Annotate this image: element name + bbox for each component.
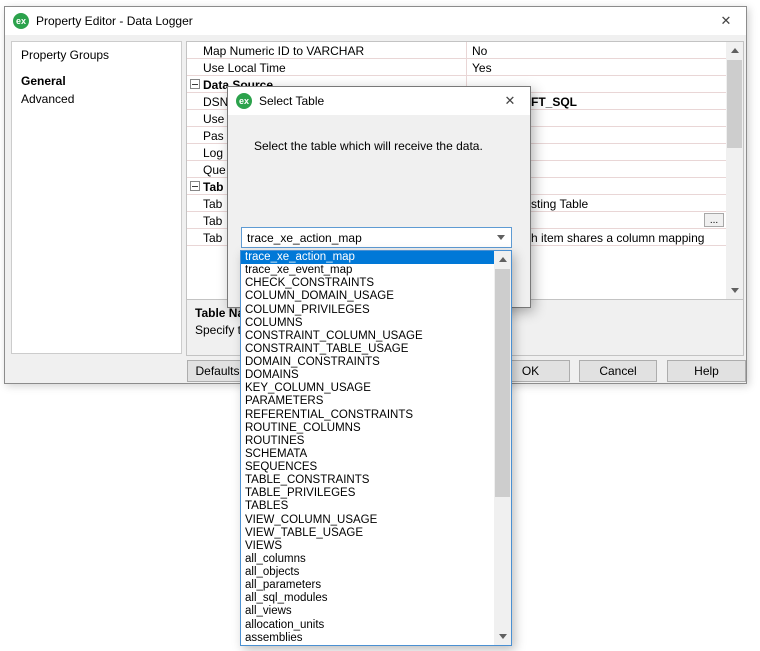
property-value[interactable]: Yes: [466, 59, 726, 75]
table-option[interactable]: TABLE_PRIVILEGES: [241, 487, 494, 500]
table-option[interactable]: TABLE_CONSTRAINTS: [241, 474, 494, 487]
chevron-down-icon[interactable]: [491, 235, 511, 240]
close-icon[interactable]: ✕: [494, 87, 526, 115]
table-option[interactable]: all_parameters: [241, 579, 494, 592]
app-logo-icon: ex: [13, 13, 29, 29]
property-value[interactable]: No: [466, 42, 726, 58]
table-option[interactable]: DOMAINS: [241, 369, 494, 382]
close-icon[interactable]: ✕: [710, 7, 742, 35]
group-item-advanced[interactable]: Advanced: [21, 92, 172, 106]
help-button[interactable]: Help: [667, 360, 746, 382]
property-groups-panel: Property Groups General Advanced: [11, 41, 182, 354]
scroll-up-icon[interactable]: [494, 251, 511, 268]
dialog-title: Select Table: [259, 94, 325, 108]
table-option[interactable]: SCHEMATA: [241, 448, 494, 461]
app-logo-icon: ex: [236, 93, 252, 109]
table-option[interactable]: assemblies: [241, 632, 494, 645]
table-option[interactable]: trace_xe_event_map: [241, 264, 494, 277]
scroll-down-icon[interactable]: [494, 628, 511, 645]
table-option[interactable]: REFERENTIAL_CONSTRAINTS: [241, 409, 494, 422]
collapse-icon[interactable]: [190, 79, 200, 89]
table-option[interactable]: DOMAIN_CONSTRAINTS: [241, 356, 494, 369]
table-option[interactable]: VIEW_COLUMN_USAGE: [241, 514, 494, 527]
table-option[interactable]: all_views: [241, 605, 494, 618]
cancel-button[interactable]: Cancel: [579, 360, 657, 382]
table-option[interactable]: PARAMETERS: [241, 395, 494, 408]
scroll-up-icon[interactable]: [726, 42, 743, 59]
property-row[interactable]: Use Local Time Yes: [187, 59, 726, 76]
table-option[interactable]: VIEWS: [241, 540, 494, 553]
table-option[interactable]: all_columns: [241, 553, 494, 566]
group-item-general[interactable]: General: [21, 74, 172, 88]
scrollbar-thumb[interactable]: [495, 269, 510, 497]
table-option[interactable]: COLUMNS: [241, 317, 494, 330]
table-combobox[interactable]: trace_xe_action_map: [241, 227, 512, 248]
table-dropdown-popup: trace_xe_action_map trace_xe_event_map CHE…: [240, 250, 512, 646]
table-option[interactable]: COLUMN_DOMAIN_USAGE: [241, 290, 494, 303]
table-option[interactable]: allocation_units: [241, 619, 494, 632]
table-option[interactable]: ROUTINE_COLUMNS: [241, 422, 494, 435]
table-option[interactable]: TABLES: [241, 500, 494, 513]
collapse-icon[interactable]: [190, 181, 200, 191]
scroll-down-icon[interactable]: [726, 282, 743, 299]
defaults-button[interactable]: Defaults: [187, 360, 248, 382]
table-option[interactable]: KEY_COLUMN_USAGE: [241, 382, 494, 395]
property-name[interactable]: Map Numeric ID to VARCHAR: [187, 42, 466, 58]
browse-ellipsis-button[interactable]: ...: [704, 213, 724, 227]
property-row[interactable]: Map Numeric ID to VARCHAR No: [187, 42, 726, 59]
table-option[interactable]: VIEW_TABLE_USAGE: [241, 527, 494, 540]
table-option[interactable]: all_objects: [241, 566, 494, 579]
window-title: Property Editor - Data Logger: [36, 14, 193, 28]
dialog-titlebar[interactable]: ex Select Table ✕: [228, 87, 530, 115]
table-option[interactable]: COLUMN_PRIVILEGES: [241, 304, 494, 317]
table-option[interactable]: CONSTRAINT_TABLE_USAGE: [241, 343, 494, 356]
table-option[interactable]: SEQUENCES: [241, 461, 494, 474]
table-option[interactable]: CHECK_CONSTRAINTS: [241, 277, 494, 290]
property-name[interactable]: Use Local Time: [187, 59, 466, 75]
dialog-message: Select the table which will receive the …: [254, 139, 483, 153]
table-option[interactable]: ROUTINES: [241, 435, 494, 448]
dropdown-scrollbar[interactable]: [494, 251, 511, 645]
combobox-value[interactable]: trace_xe_action_map: [242, 231, 491, 245]
table-option[interactable]: CONSTRAINT_COLUMN_USAGE: [241, 330, 494, 343]
table-option[interactable]: trace_xe_action_map: [241, 251, 494, 265]
grid-scrollbar[interactable]: [726, 42, 743, 299]
table-option[interactable]: all_sql_modules: [241, 592, 494, 605]
main-titlebar[interactable]: ex Property Editor - Data Logger ✕: [5, 7, 746, 35]
property-groups-heading: Property Groups: [21, 48, 110, 62]
table-option-list: trace_xe_action_map trace_xe_event_map CHE…: [241, 251, 494, 645]
scrollbar-thumb[interactable]: [727, 60, 742, 148]
